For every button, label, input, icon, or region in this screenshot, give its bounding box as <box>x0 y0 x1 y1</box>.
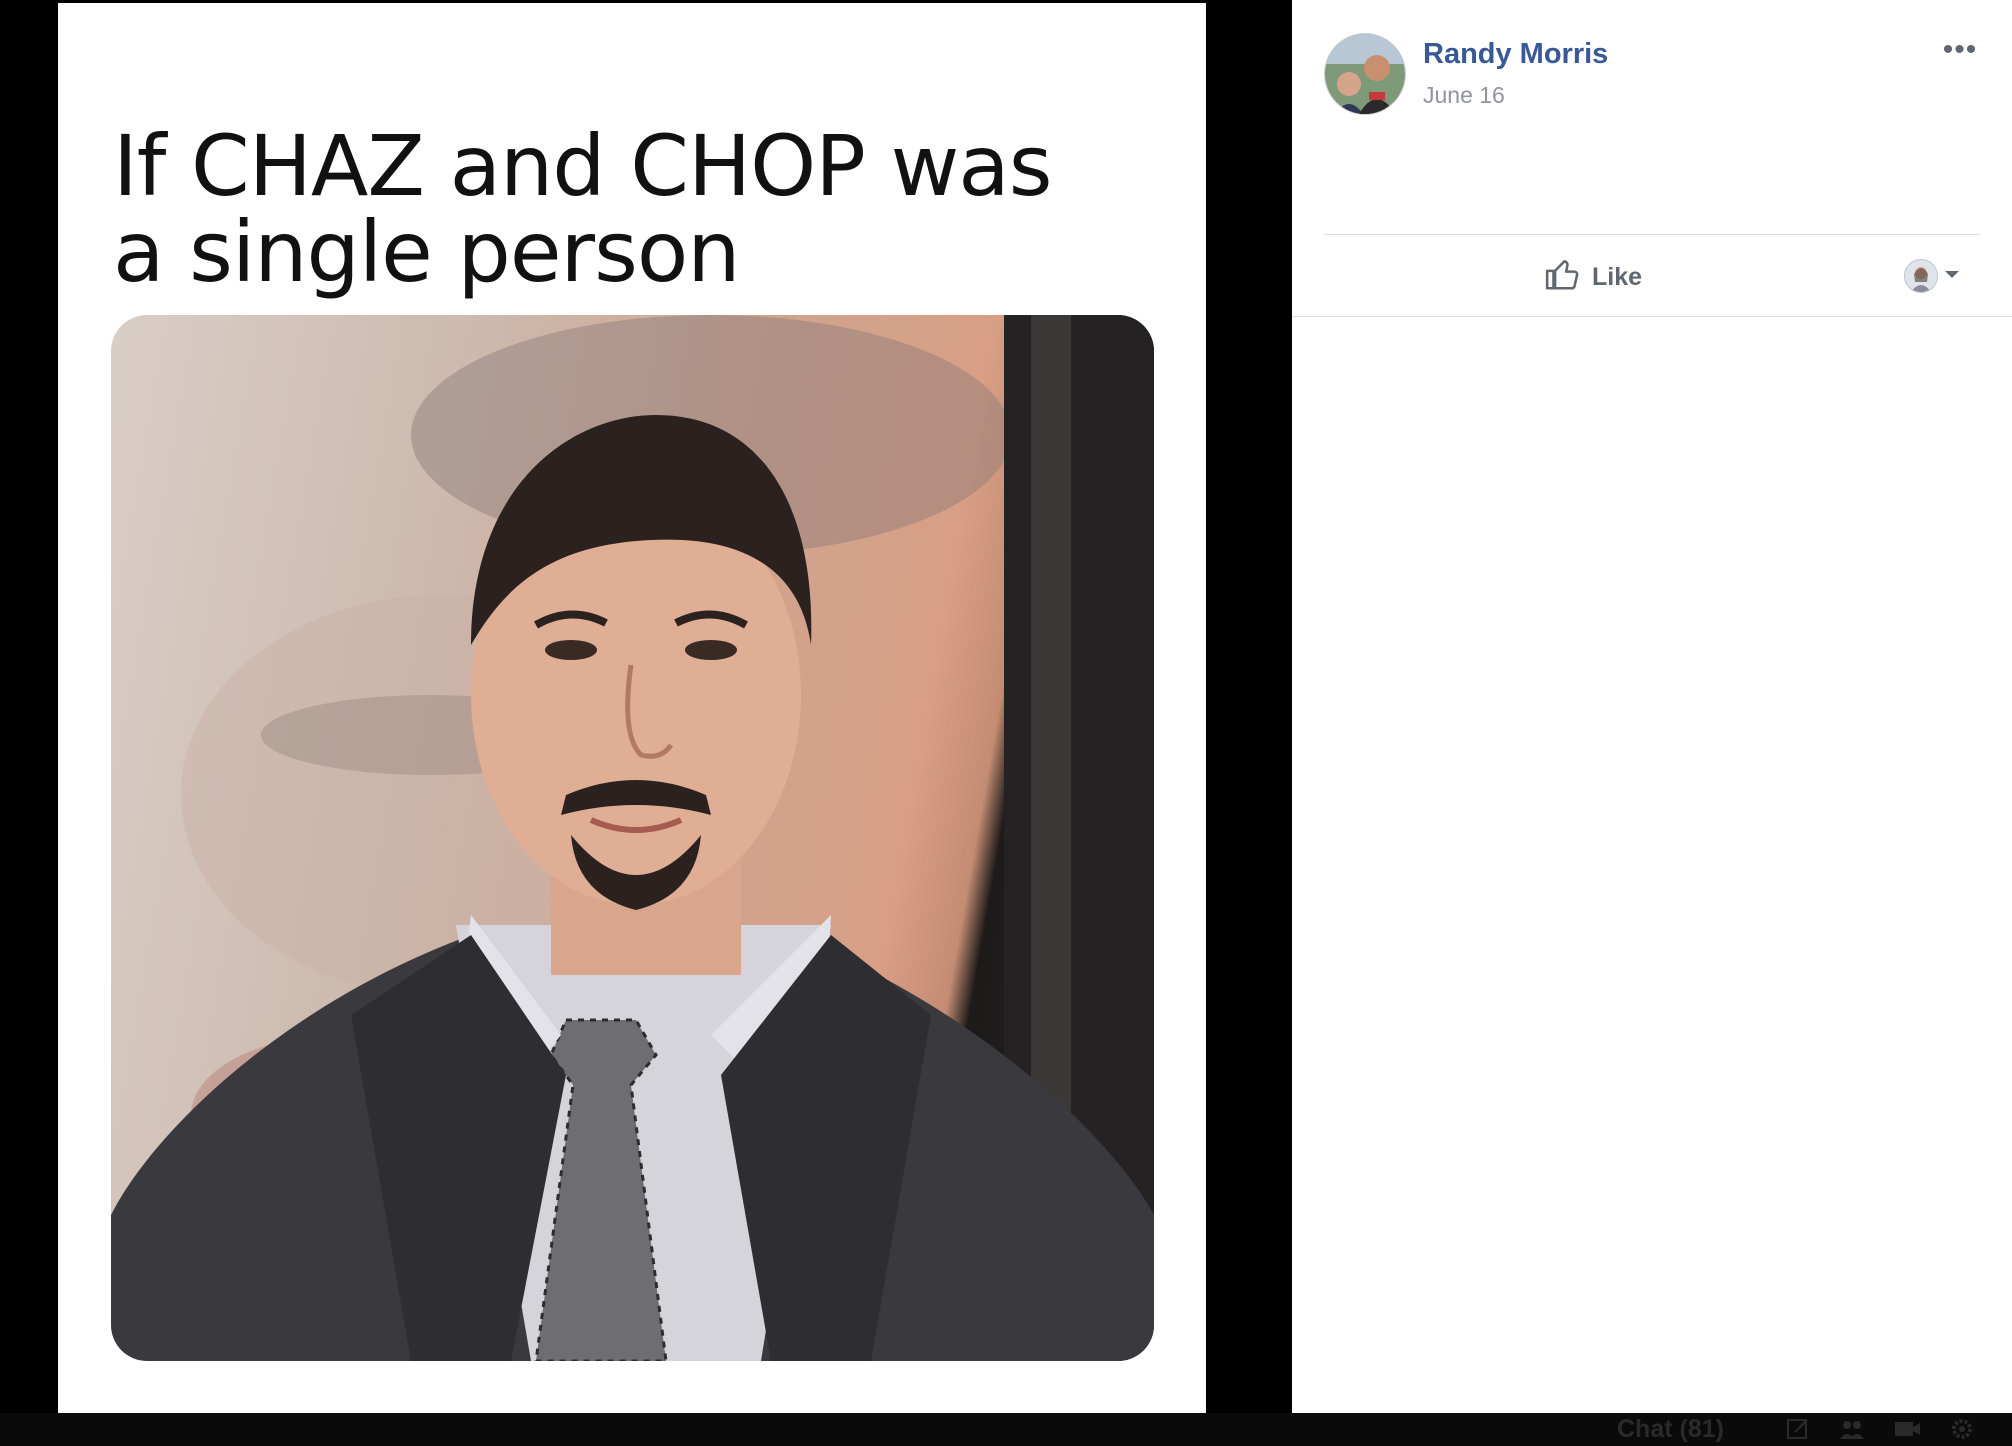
like-button[interactable]: Like <box>1544 252 1642 302</box>
caret-down-icon <box>1944 267 1960 285</box>
gear-icon[interactable] <box>1948 1417 1976 1441</box>
profile-avatar-icon <box>1904 259 1938 293</box>
author-name-link[interactable]: Randy Morris <box>1423 38 1608 71</box>
meme-photo <box>111 315 1154 1361</box>
chat-tab-label[interactable]: Chat (81) <box>1617 1415 1724 1444</box>
meme-image[interactable]: If CHAZ and CHOP was a single person <box>58 3 1206 1413</box>
meme-caption: If CHAZ and CHOP was a single person <box>113 117 1053 301</box>
photo-viewer: If CHAZ and CHOP was a single person <box>0 0 1290 1446</box>
divider <box>1292 316 2012 317</box>
divider <box>1324 234 1980 235</box>
like-label: Like <box>1592 262 1643 291</box>
compose-icon[interactable] <box>1785 1417 1813 1441</box>
reaction-profile-selector[interactable] <box>1904 258 1960 294</box>
chat-bar: Chat (81) <box>0 1413 2012 1446</box>
thumbs-up-icon <box>1544 255 1582 300</box>
more-options-button[interactable]: ••• <box>1936 30 1984 70</box>
post-date[interactable]: June 16 <box>1423 82 1505 109</box>
author-avatar[interactable] <box>1324 33 1406 115</box>
video-call-icon[interactable] <box>1893 1417 1921 1441</box>
post-info-panel: Randy Morris June 16 ••• Like <box>1292 0 2012 1413</box>
new-group-icon[interactable] <box>1838 1417 1866 1441</box>
